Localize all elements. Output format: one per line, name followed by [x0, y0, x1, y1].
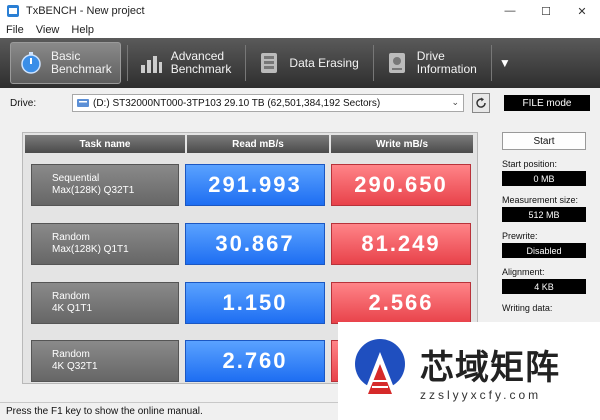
header-write: Write mB/s	[331, 135, 473, 153]
drive-select-value: (D:) ST32000NT000-3TP103 29.10 TB (62,50…	[93, 97, 381, 109]
task-button[interactable]: Sequential Max(128K) Q32T1	[31, 164, 179, 206]
chevron-down-icon: ⌄	[451, 97, 459, 107]
table-header: Task name Read mB/s Write mB/s	[25, 135, 475, 153]
drive-info-icon	[388, 53, 405, 73]
minimize-icon[interactable]: —	[492, 0, 528, 22]
header-task-name: Task name	[25, 135, 185, 153]
menu-bar: File View Help	[0, 22, 600, 38]
writing-data-label: Writing data:	[502, 303, 553, 313]
task-button[interactable]: Random 4K Q1T1	[31, 282, 179, 324]
write-value: 81.249	[331, 223, 471, 265]
read-value: 1.150	[185, 282, 325, 324]
drive-select[interactable]: (D:) ST32000NT000-3TP103 29.10 TB (62,50…	[72, 94, 464, 112]
measurement-size-value[interactable]: 512 MB	[502, 207, 586, 222]
hard-drive-icon	[77, 99, 89, 107]
watermark-url: zzslyyxcfy.com	[420, 388, 542, 402]
menu-help[interactable]: Help	[71, 24, 94, 36]
task-button[interactable]: Random Max(128K) Q1T1	[31, 223, 179, 265]
close-icon[interactable]: ✕	[564, 0, 600, 22]
watermark-text: 芯域矩阵	[420, 348, 560, 388]
alignment-value[interactable]: 4 KB	[502, 279, 586, 294]
write-value: 2.566	[331, 282, 471, 324]
eraser-icon	[261, 53, 278, 73]
start-position-value[interactable]: 0 MB	[502, 171, 586, 186]
drive-label: Drive:	[10, 98, 37, 109]
read-value: 2.760	[185, 340, 325, 382]
advanced-benchmark-button[interactable]: Advanced Benchmark	[131, 42, 240, 84]
toolbar: Basic Benchmark Advanced Benchmark Data Er…	[0, 38, 600, 88]
stopwatch-icon	[21, 52, 41, 74]
task-button[interactable]: Random 4K Q32T1	[31, 340, 179, 382]
refresh-icon	[476, 97, 486, 108]
basic-benchmark-button[interactable]: Basic Benchmark	[10, 42, 121, 84]
title-bar: TxBENCH - New project — ☐ ✕	[0, 0, 600, 22]
settings-panel: Start Start position: 0 MB Measurement s…	[502, 132, 592, 313]
watermark-logo-icon	[355, 339, 405, 398]
table-row: Sequential Max(128K) Q32T1 291.993 290.6…	[25, 157, 475, 213]
measurement-size-label: Measurement size:	[502, 195, 579, 205]
menu-file[interactable]: File	[6, 24, 24, 36]
prewrite-label: Prewrite:	[502, 231, 538, 241]
start-position-label: Start position:	[502, 159, 558, 169]
read-value: 291.993	[185, 164, 325, 206]
file-mode-badge: FILE mode	[504, 95, 590, 111]
read-value: 30.867	[185, 223, 325, 265]
data-erasing-button[interactable]: Data Erasing	[249, 42, 366, 84]
toolbar-more-icon[interactable]: ▼	[499, 56, 511, 70]
table-row: Random Max(128K) Q1T1 30.867 81.249	[25, 216, 475, 272]
app-icon	[7, 5, 19, 17]
window-title: TxBENCH - New project	[26, 5, 145, 17]
start-button[interactable]: Start	[502, 132, 586, 150]
maximize-icon[interactable]: ☐	[528, 0, 564, 22]
prewrite-value[interactable]: Disabled	[502, 243, 586, 258]
toolbar-separator	[126, 45, 128, 81]
alignment-label: Alignment:	[502, 267, 545, 277]
window-controls: — ☐ ✕	[492, 0, 600, 22]
refresh-button[interactable]	[472, 93, 490, 113]
toolbar-separator	[372, 45, 374, 81]
drive-information-button[interactable]: Drive Information	[377, 42, 485, 84]
bar-chart-icon	[140, 56, 162, 73]
write-value: 290.650	[331, 164, 471, 206]
header-read: Read mB/s	[187, 135, 329, 153]
watermark: 芯域矩阵 zzslyyxcfy.com	[338, 322, 600, 420]
drive-row: Drive: (D:) ST32000NT000-3TP103 29.10 TB…	[0, 93, 600, 115]
menu-view[interactable]: View	[36, 24, 60, 36]
toolbar-separator	[245, 45, 247, 81]
toolbar-separator	[490, 45, 492, 81]
